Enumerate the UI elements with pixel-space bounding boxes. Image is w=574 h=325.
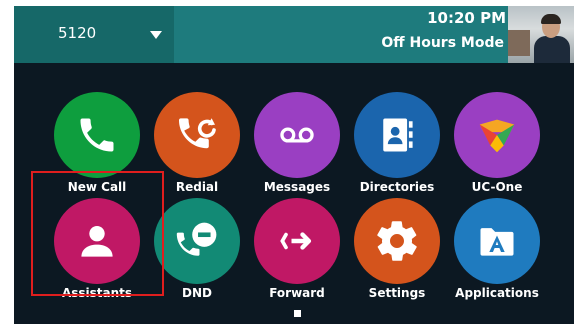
app-directories-circle[interactable] xyxy=(354,92,440,178)
phone-screen: 5120 10:20 PM Off Hours Mode New Call Re… xyxy=(14,6,574,324)
voicemail-icon xyxy=(280,127,314,143)
app-forward-circle[interactable] xyxy=(254,198,340,284)
camera-person-hair xyxy=(541,14,561,24)
app-settings-label: Settings xyxy=(368,286,426,300)
app-dnd-circle[interactable] xyxy=(154,198,240,284)
line-number: 5120 xyxy=(58,24,97,42)
app-messages-label: Messages xyxy=(263,180,331,194)
app-directories-label: Directories xyxy=(359,180,435,194)
gear-icon xyxy=(377,221,417,261)
chevron-down-icon xyxy=(150,31,162,39)
app-messages-circle[interactable] xyxy=(254,92,340,178)
app-forward[interactable]: Forward xyxy=(247,198,347,300)
page-indicator-dot[interactable] xyxy=(294,310,301,317)
camera-background-shelf xyxy=(508,30,530,56)
app-directories[interactable]: Directories xyxy=(347,92,447,194)
forward-icon xyxy=(280,232,312,250)
camera-person-body xyxy=(534,36,570,63)
app-settings[interactable]: Settings xyxy=(347,198,447,300)
app-forward-label: Forward xyxy=(269,286,325,300)
clock: 10:20 PM xyxy=(427,9,506,27)
phone-icon xyxy=(80,118,114,152)
status-bar: 5120 10:20 PM Off Hours Mode xyxy=(14,6,574,63)
app-applications-label: Applications xyxy=(455,286,539,300)
app-new-call-circle[interactable] xyxy=(54,92,140,178)
app-settings-circle[interactable] xyxy=(354,198,440,284)
app-applications-circle[interactable] xyxy=(454,198,540,284)
app-redial-circle[interactable] xyxy=(154,92,240,178)
mode-indicator: Off Hours Mode xyxy=(381,35,504,51)
camera-preview[interactable] xyxy=(508,6,574,63)
address-book-icon xyxy=(383,118,413,152)
app-uc-one[interactable]: UC-One xyxy=(447,92,547,194)
dnd-icon xyxy=(176,222,217,256)
app-applications[interactable]: Applications xyxy=(447,198,547,300)
app-uc-one-label: UC-One xyxy=(471,180,523,194)
uc-one-logo-icon xyxy=(479,119,515,153)
selection-highlight-box xyxy=(31,171,164,296)
app-messages[interactable]: Messages xyxy=(247,92,347,194)
app-uc-one-circle[interactable] xyxy=(454,92,540,178)
line-selector[interactable]: 5120 xyxy=(14,6,174,63)
applications-folder-icon xyxy=(480,228,514,256)
redial-icon xyxy=(179,118,216,149)
